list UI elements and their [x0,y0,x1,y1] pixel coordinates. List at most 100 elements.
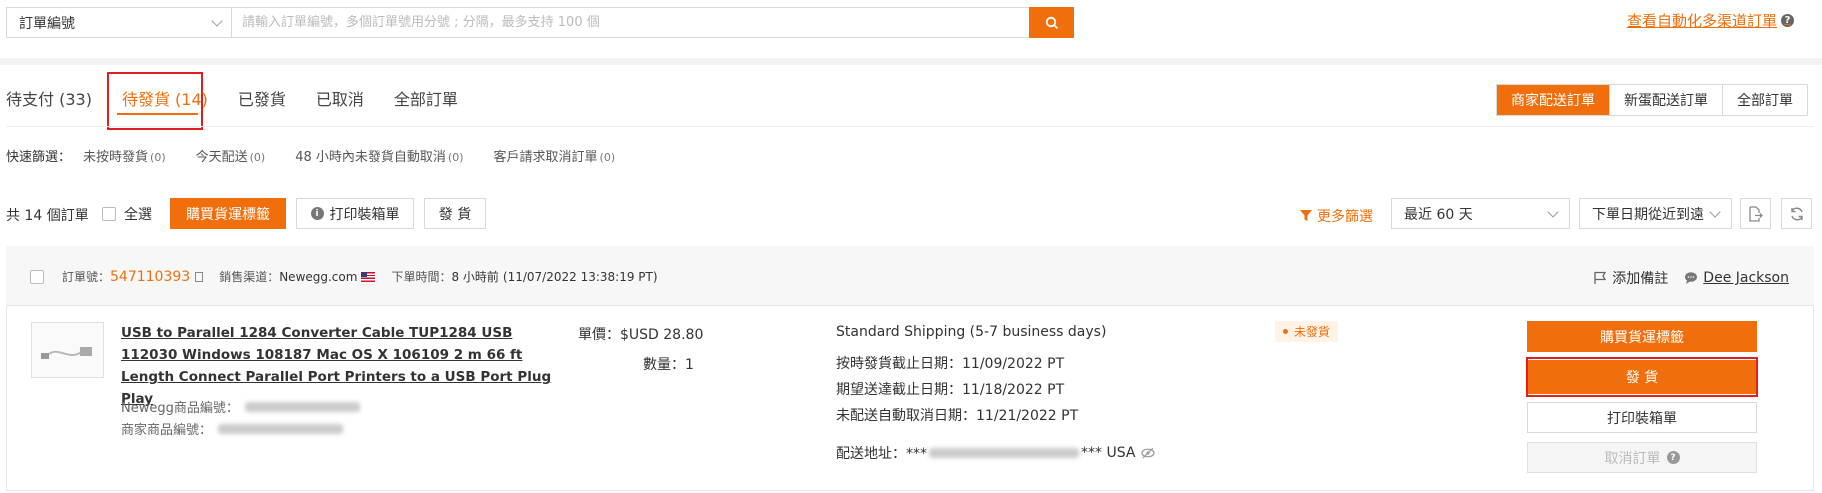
filter-icon [1300,210,1312,221]
sort-value: 下單日期從近到遠 [1592,206,1704,223]
seg-all-fulfillment[interactable]: 全部訂單 [1722,85,1807,115]
refresh-icon [1790,207,1803,220]
date-range-value: 最近 60 天 [1404,206,1473,223]
quick-filter-today[interactable]: 今天配送 (0) [196,146,266,165]
eye-slash-icon[interactable] [1141,447,1156,459]
auto-cancel-date: 未配送自動取消日期：11/21/2022 PT [836,408,1079,424]
more-filters-button[interactable]: 更多篩選 [1300,206,1373,226]
order-header-actions: 添加備註 Dee Jackson [1593,268,1789,288]
tab-shipped[interactable]: 已發貨 [238,86,286,110]
chevron-down-icon [1547,205,1559,218]
quick-filter-count: (0) [599,151,616,164]
quick-filter-count: (0) [150,151,166,164]
select-all-label: 全選 [124,207,152,223]
quick-filter-auto-cancel[interactable]: 48 小時內未發貨自動取消 (0) [295,146,463,165]
channel-label: 銷售渠道： [219,270,280,284]
tab-pending-payment[interactable]: 待支付 (33) [6,86,92,110]
seller-item-number: 商家商品編號： [121,419,344,438]
cancel-label: 取消訂單 [1604,450,1661,467]
help-icon[interactable]: ? [1666,451,1680,464]
fulfillment-type-toggle: 商家配送訂單 新蛋配送訂單 全部訂單 [1496,84,1808,116]
order-time-absolute: (11/07/2022 13:38:19 PT) [502,269,658,284]
newegg-item-number: Newegg商品編號： [121,397,360,416]
search-field-value: 訂單編號 [19,15,75,32]
tab-highlight-box [107,72,203,130]
redacted-text [244,401,360,412]
buyer-contact[interactable]: Dee Jackson [1684,270,1789,286]
quick-filter-cancel-request[interactable]: 客戶請求取消訂單 (0) [494,146,616,165]
status-badge: 未發貨 [1275,321,1339,342]
product-thumbnail[interactable] [31,322,104,378]
order-no-label: 訂單號： [62,270,111,284]
order-search-bar: 訂單編號 [6,7,1074,38]
export-icon [1748,205,1763,222]
chat-icon [1685,272,1698,284]
quick-filter-late-shipment[interactable]: 未按時發貨 (0) [83,146,166,165]
order-cancel-button[interactable]: 取消訂單 ? [1527,442,1757,473]
refresh-button[interactable] [1781,198,1812,229]
shipping-method: Standard Shipping (5-7 business days) [836,324,1107,340]
chevron-down-icon [211,14,223,27]
redacted-text [929,448,1079,458]
automation-link-label: 查看自動化多渠道訂單 [1626,12,1777,30]
tabs-divider [6,126,1814,127]
add-note-label: 添加備註 [1612,271,1669,287]
buyer-name: Dee Jackson [1703,270,1789,286]
automation-orders-link[interactable]: 查看自動化多渠道訂單 ? [1627,10,1794,31]
order-time-relative: 8 小時前 [451,270,499,284]
seg-newegg-fulfilled[interactable]: 新蛋配送訂單 [1609,85,1722,115]
status-label: 未發貨 [1294,325,1331,339]
print-packing-label: 打印裝箱單 [329,206,400,223]
add-note-button[interactable]: 添加備註 [1593,268,1668,288]
quick-filter-label: 快速篩選： [6,150,72,165]
us-flag-icon [361,271,376,282]
address-suffix: *** USA [1081,445,1136,461]
chevron-down-icon [1709,205,1721,218]
print-packing-slip-button[interactable]: i 打印裝箱單 [296,198,414,229]
help-icon[interactable]: ? [1781,14,1794,27]
order-status-tabs: 待支付 (33) 待發貨 (14) 已發貨 已取消 全部訂單 [6,86,488,110]
usb-cable-image [41,347,92,359]
search-field-select[interactable]: 訂單編號 [7,8,232,37]
unit-price: 單價：$USD 28.80 [578,327,704,343]
quick-filter-text: 未按時發貨 [83,150,149,165]
order-meta: 訂單號： 547110393 銷售渠道： Newegg.com 下單時間： 8 … [30,268,658,285]
newegg-item-label: Newegg商品編號： [121,401,239,416]
channel-value: Newegg.com [279,269,358,284]
sort-select[interactable]: 下單日期從近到遠 [1579,198,1732,229]
ship-button[interactable]: 發 貨 [424,198,486,229]
export-button[interactable] [1740,198,1771,229]
copy-icon[interactable] [195,271,204,282]
order-total-count: 共 14 個訂單 [6,208,89,224]
quick-filter-count: (0) [249,151,266,164]
quick-filters: 快速篩選： 未按時發貨 (0) 今天配送 (0) 48 小時內未發貨自動取消 (0) … [6,146,645,165]
section-divider [0,58,1822,65]
shipping-address: 配送地址：*** *** USA [836,443,1156,463]
search-button[interactable] [1029,7,1074,38]
tab-cancelled[interactable]: 已取消 [316,86,364,110]
date-range-select[interactable]: 最近 60 天 [1391,198,1570,229]
quantity: 數量：1 [643,357,694,373]
ship-button-highlight [1526,357,1758,397]
search-input[interactable] [232,8,1029,37]
seg-merchant-fulfilled[interactable]: 商家配送訂單 [1497,85,1609,115]
select-all-checkbox[interactable]: 全選 [102,204,152,224]
tab-all-orders[interactable]: 全部訂單 [394,86,458,110]
checkbox-box[interactable] [102,207,116,221]
order-select-checkbox[interactable] [30,269,44,284]
order-buy-label-button[interactable]: 購買貨運標籤 [1527,321,1757,352]
order-number[interactable]: 547110393 [110,269,190,285]
info-icon: i [310,207,324,220]
seller-item-label: 商家商品編號： [121,423,213,438]
quick-filter-count: (0) [447,151,464,164]
deliver-by-date: 期望送達截止日期：11/18/2022 PT [836,382,1065,398]
quick-filter-text: 48 小時內未發貨自動取消 [295,150,446,165]
redacted-text [218,423,344,434]
address-label: 配送地址：*** [836,446,927,462]
order-print-packing-button[interactable]: 打印裝箱單 [1527,402,1757,433]
quick-filter-text: 客戶請求取消訂單 [493,150,598,165]
search-icon [1045,16,1058,29]
status-dot [1283,329,1288,334]
buy-shipping-label-button[interactable]: 購買貨運標籤 [170,198,286,229]
more-filters-label: 更多篩選 [1317,209,1373,225]
